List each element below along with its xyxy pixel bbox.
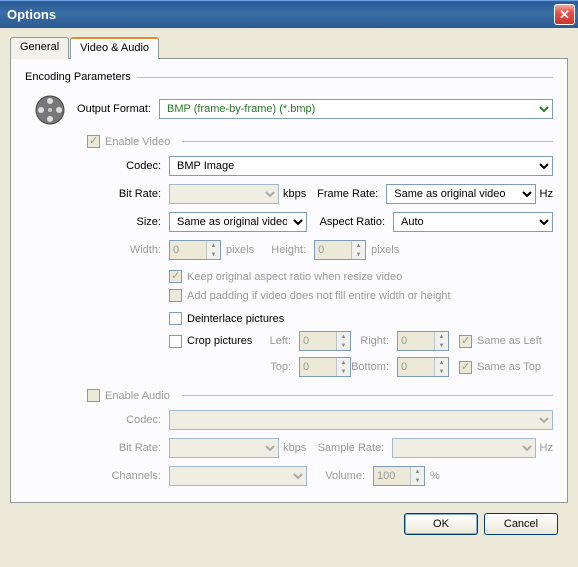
deinterlace-checkbox[interactable] [169, 312, 182, 325]
volume-stepper: ▲▼ [373, 466, 425, 486]
add-padding-checkbox [169, 289, 182, 302]
row-codec: Codec: BMP Image [87, 156, 553, 176]
same-as-left-label: Same as Left [477, 335, 542, 347]
height-label: Height: [268, 244, 314, 256]
row-keep-aspect: Keep original aspect ratio when resize v… [87, 270, 553, 283]
crop-bottom-stepper: ▲▼ [397, 357, 449, 377]
video-codec-label: Codec: [87, 160, 169, 172]
keep-aspect-label: Keep original aspect ratio when resize v… [187, 271, 402, 283]
group-enable-video: Enable Video [25, 135, 553, 148]
enable-audio-checkbox [87, 389, 100, 402]
crop-top-stepper: ▲▼ [299, 357, 351, 377]
crop-top-label: Top: [267, 361, 299, 373]
height-stepper: ▲▼ [314, 240, 366, 260]
row-audio-bitrate: Bit Rate: kbps Sample Rate: Hz [87, 438, 553, 458]
cancel-button[interactable]: Cancel [484, 513, 558, 535]
video-bitrate-select [169, 184, 279, 204]
group-enable-audio: Enable Audio [25, 389, 553, 402]
keep-aspect-checkbox [169, 270, 182, 283]
same-as-top-label: Same as Top [477, 361, 541, 373]
channels-label: Channels: [87, 470, 169, 482]
deinterlace-label: Deinterlace pictures [187, 313, 284, 325]
row-bitrate-framerate: Bit Rate: kbps Frame Rate: Same as origi… [87, 184, 553, 204]
width-unit: pixels [226, 244, 254, 256]
film-reel-icon [25, 91, 75, 127]
window-title: Options [3, 7, 554, 22]
width-stepper: ▲▼ [169, 240, 221, 260]
row-size-aspect: Size: Same as original video Aspect Rati… [87, 212, 553, 232]
size-select[interactable]: Same as original video [169, 212, 307, 232]
group-encoding: Encoding Parameters [25, 71, 553, 83]
crop-bottom-label: Bottom: [351, 361, 397, 373]
enable-audio-label: Enable Audio [105, 390, 170, 402]
crop-left-stepper: ▲▼ [299, 331, 351, 351]
crop-label: Crop pictures [187, 335, 252, 347]
size-label: Size: [87, 216, 169, 228]
audio-bitrate-unit: kbps [283, 442, 306, 454]
group-title: Encoding Parameters [25, 71, 131, 83]
same-as-left-checkbox [459, 335, 472, 348]
output-format-select[interactable]: BMP (frame-by-frame) (*.bmp) [159, 99, 553, 119]
volume-label: Volume: [313, 470, 373, 482]
audio-codec-select [169, 410, 553, 430]
crop-checkbox[interactable] [169, 335, 182, 348]
tab-strip: General Video & Audio [10, 36, 568, 59]
row-audio-codec: Codec: [87, 410, 553, 430]
same-as-top-checkbox [459, 361, 472, 374]
crop-right-label: Right: [351, 335, 397, 347]
ok-button[interactable]: OK [404, 513, 478, 535]
row-crop-tb: Top: ▲▼ Bottom: ▲▼ Same as Top [87, 357, 553, 377]
tab-video-audio[interactable]: Video & Audio [70, 37, 159, 59]
audio-bitrate-select [169, 438, 279, 458]
aspect-label: Aspect Ratio: [313, 216, 393, 228]
height-unit: pixels [371, 244, 399, 256]
aspect-select[interactable]: Auto [393, 212, 553, 232]
row-output-format: Output Format: BMP (frame-by-frame) (*.b… [25, 91, 553, 127]
crop-right-stepper: ▲▼ [397, 331, 449, 351]
output-format-label: Output Format: [75, 103, 159, 115]
row-crop: Crop pictures Left: ▲▼ Right: ▲▼ Same as… [87, 331, 553, 351]
video-codec-select[interactable]: BMP Image [169, 156, 553, 176]
add-padding-label: Add padding if video does not fill entir… [187, 290, 451, 302]
row-channels: Channels: Volume: ▲▼ % [87, 466, 553, 486]
framerate-label: Frame Rate: [316, 188, 386, 200]
crop-left-label: Left: [267, 335, 299, 347]
samplerate-unit: Hz [540, 442, 553, 454]
framerate-select[interactable]: Same as original video [386, 184, 535, 204]
tab-panel: Encoding Parameters Output Format: BMP (… [10, 59, 568, 503]
audio-bitrate-label: Bit Rate: [87, 442, 169, 454]
titlebar: Options ✕ [0, 0, 578, 28]
samplerate-select [392, 438, 535, 458]
volume-unit: % [430, 470, 440, 482]
width-label: Width: [87, 244, 169, 256]
row-add-padding: Add padding if video does not fill entir… [87, 289, 553, 302]
tab-general[interactable]: General [10, 37, 69, 59]
dialog-body: General Video & Audio Encoding Parameter… [0, 28, 578, 545]
bitrate-unit: kbps [283, 188, 306, 200]
close-icon[interactable]: ✕ [554, 4, 575, 25]
row-deinterlace: Deinterlace pictures [87, 312, 553, 325]
samplerate-label: Sample Rate: [316, 442, 392, 454]
enable-video-checkbox [87, 135, 100, 148]
channels-select [169, 466, 307, 486]
audio-codec-label: Codec: [87, 414, 169, 426]
video-bitrate-label: Bit Rate: [87, 188, 169, 200]
enable-video-label: Enable Video [105, 136, 170, 148]
button-bar: OK Cancel [10, 503, 568, 535]
row-width-height: Width: ▲▼ pixels Height: ▲▼ pixels [87, 240, 553, 260]
framerate-unit: Hz [540, 188, 553, 200]
